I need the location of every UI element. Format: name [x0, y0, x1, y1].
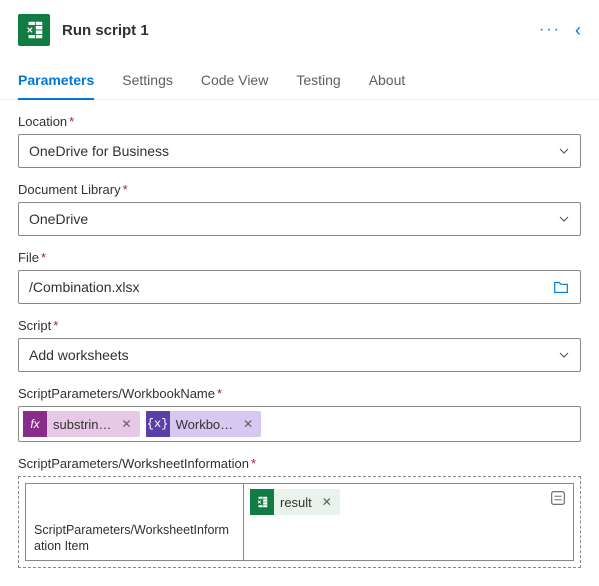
field-worksheet-info: ScriptParameters/WorksheetInformation* S…	[18, 456, 581, 568]
parameters-panel: Location* OneDrive for Business Document…	[0, 100, 599, 586]
tab-bar: Parameters Settings Code View Testing Ab…	[0, 54, 599, 100]
label-library: Document Library*	[18, 182, 581, 197]
folder-picker-icon[interactable]	[552, 278, 570, 296]
token-remove-icon[interactable]: ✕	[241, 417, 255, 431]
fx-icon: fx	[23, 411, 47, 437]
label-location: Location*	[18, 114, 581, 129]
chevron-down-icon	[558, 213, 570, 225]
token-remove-icon[interactable]: ✕	[320, 495, 334, 509]
label-script: Script*	[18, 318, 581, 333]
field-location: Location* OneDrive for Business	[18, 114, 581, 168]
card-title: Run script 1	[62, 22, 539, 39]
field-file: File* /Combination.xlsx	[18, 250, 581, 304]
select-script-value: Add worksheets	[29, 347, 558, 363]
token-label: result	[274, 495, 320, 510]
tab-settings[interactable]: Settings	[122, 72, 173, 99]
input-file-value: /Combination.xlsx	[29, 279, 552, 295]
dynamic-content-icon[interactable]	[549, 489, 567, 507]
select-library[interactable]: OneDrive	[18, 202, 581, 236]
tab-about[interactable]: About	[369, 72, 406, 99]
select-script[interactable]: Add worksheets	[18, 338, 581, 372]
field-library: Document Library* OneDrive	[18, 182, 581, 236]
chevron-down-icon	[558, 145, 570, 157]
excel-icon	[18, 14, 50, 46]
label-workbook-name: ScriptParameters/WorkbookName*	[18, 386, 581, 401]
input-workbook-name[interactable]: fx substrin… ✕ {x} Workbo… ✕	[18, 406, 581, 442]
token-variable[interactable]: {x} Workbo… ✕	[146, 411, 262, 437]
collapse-icon[interactable]: ‹	[575, 20, 581, 41]
label-file: File*	[18, 250, 581, 265]
token-remove-icon[interactable]: ✕	[120, 417, 134, 431]
action-card: Run script 1 ··· ‹ Parameters Settings C…	[0, 0, 599, 586]
field-script: Script* Add worksheets	[18, 318, 581, 372]
excel-icon	[250, 489, 274, 515]
array-editor: ScriptParameters/WorksheetInformation It…	[18, 476, 581, 568]
tab-code-view[interactable]: Code View	[201, 72, 268, 99]
select-location-value: OneDrive for Business	[29, 143, 558, 159]
chevron-down-icon	[558, 349, 570, 361]
tab-testing[interactable]: Testing	[296, 72, 340, 99]
token-label: Workbo…	[170, 417, 242, 432]
tab-parameters[interactable]: Parameters	[18, 72, 94, 100]
header-actions: ··· ‹	[539, 20, 581, 41]
token-output[interactable]: result ✕	[250, 489, 340, 515]
input-file[interactable]: /Combination.xlsx	[18, 270, 581, 304]
card-header: Run script 1 ··· ‹	[0, 0, 599, 54]
field-workbook-name: ScriptParameters/WorkbookName* fx substr…	[18, 386, 581, 442]
variable-icon: {x}	[146, 411, 170, 437]
array-item-label: ScriptParameters/WorksheetInformation It…	[25, 483, 243, 561]
label-worksheet-info: ScriptParameters/WorksheetInformation*	[18, 456, 581, 471]
token-label: substrin…	[47, 417, 120, 432]
select-location[interactable]: OneDrive for Business	[18, 134, 581, 168]
token-expression[interactable]: fx substrin… ✕	[23, 411, 140, 437]
array-item-value[interactable]: result ✕	[243, 483, 574, 561]
more-icon[interactable]: ···	[539, 22, 561, 38]
select-library-value: OneDrive	[29, 211, 558, 227]
